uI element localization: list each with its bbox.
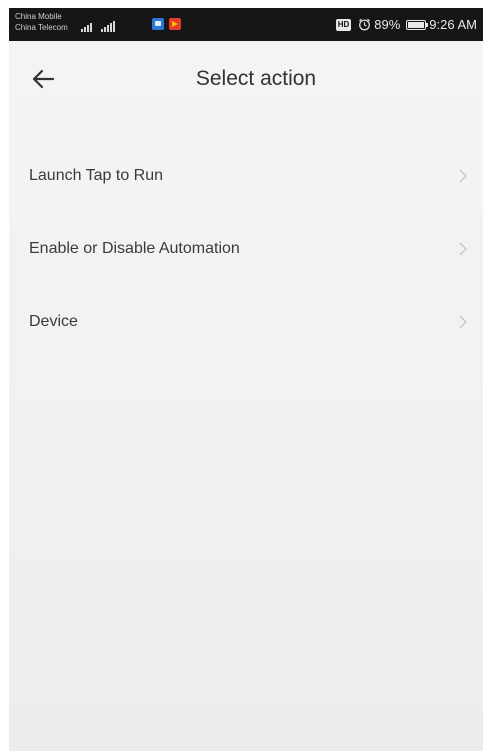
- signal-strength-icon: [101, 20, 115, 32]
- alarm-icon: [357, 18, 371, 32]
- clock-time: 9:26 AM: [429, 17, 477, 32]
- chevron-right-icon: [459, 168, 469, 184]
- battery-percent: 89%: [374, 17, 401, 32]
- signal-strength-icon: [81, 20, 92, 32]
- list-item-enable-disable-automation[interactable]: Enable or Disable Automation: [9, 212, 483, 285]
- list-item-label: Launch Tap to Run: [29, 166, 164, 184]
- status-indicators: HD 89% 9:26 AM: [335, 17, 477, 32]
- list-item-device[interactable]: Device: [9, 285, 483, 358]
- page-title: Select action: [195, 67, 317, 90]
- carrier-names: China Mobile China Telecom: [15, 11, 68, 33]
- carrier-1-label: China Mobile: [15, 12, 62, 21]
- list-item-launch-tap-to-run[interactable]: Launch Tap to Run: [9, 139, 483, 212]
- phone-screen: China Mobile China Telecom HD 89% 9:26 A…: [9, 8, 483, 751]
- action-list: Launch Tap to Run Enable or Disable Auto…: [9, 139, 483, 358]
- notification-app-icon: [152, 18, 164, 30]
- carrier-2-label: China Telecom: [15, 23, 68, 32]
- battery-icon: [406, 19, 429, 30]
- app-bar: Select action: [9, 41, 483, 121]
- hd-icon: HD: [335, 18, 352, 31]
- list-item-label: Device: [29, 312, 78, 330]
- status-bar: China Mobile China Telecom HD 89% 9:26 A…: [9, 8, 483, 41]
- chevron-right-icon: [459, 314, 469, 330]
- chevron-right-icon: [459, 241, 469, 257]
- list-item-label: Enable or Disable Automation: [29, 239, 240, 257]
- notification-app-icon: [169, 18, 181, 30]
